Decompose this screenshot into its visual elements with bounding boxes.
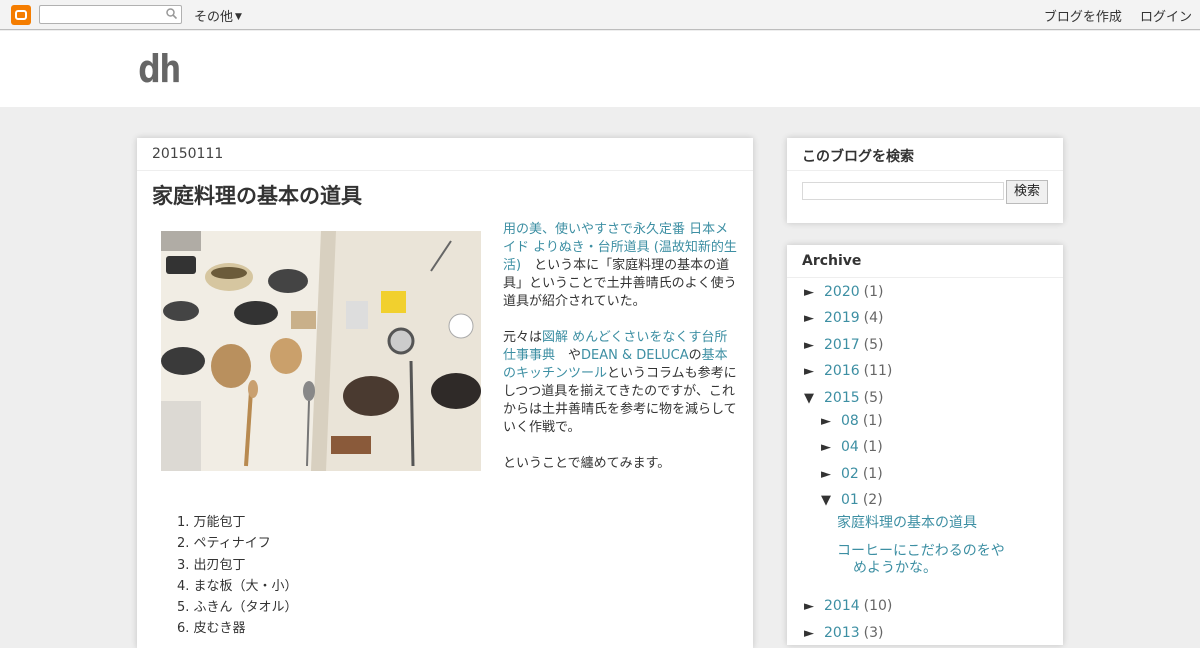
- para3-text: ということで纏めてみます。: [503, 456, 671, 471]
- list-item: 1. 万能包丁: [177, 515, 246, 530]
- search-widget-title: このブログを検索: [787, 138, 1063, 171]
- archive-year-2015: ▼ 2015 (5): [804, 390, 883, 406]
- archive-year-2014: ► 2014 (10): [804, 598, 892, 614]
- collapse-arrow-icon[interactable]: ▼: [821, 493, 841, 508]
- archive-count: (5): [863, 337, 884, 353]
- archive-month-08: ► 08 (1): [821, 413, 883, 429]
- search-icon[interactable]: [166, 8, 177, 19]
- expand-arrow-icon[interactable]: ►: [804, 338, 824, 353]
- archive-count: (2): [862, 492, 883, 508]
- list-item: 4. まな板（大・小）: [177, 578, 298, 594]
- expand-arrow-icon[interactable]: ►: [821, 440, 841, 455]
- archive-count: (11): [863, 363, 893, 379]
- para2-mid1: や: [568, 348, 582, 363]
- archive-count: (5): [863, 390, 884, 406]
- list-item: 3. 出刃包丁: [177, 557, 246, 573]
- para2-mid2: の: [688, 348, 702, 363]
- archive-count: (4): [863, 310, 884, 326]
- para2-prefix: 元々は: [503, 330, 543, 345]
- list-item: 5. ふきん（タオル）: [177, 600, 298, 616]
- archive-link[interactable]: 2013: [824, 625, 860, 641]
- archive-year-2020: ► 2020 (1): [804, 284, 883, 300]
- post-card: 20150111 家庭料理の基本の道具 用の美、使いやすさで永久定番 日本メイド…: [137, 138, 753, 648]
- blogger-logo-icon[interactable]: [11, 5, 31, 25]
- archive-link[interactable]: 2014: [824, 598, 860, 614]
- search-button[interactable]: 検索: [1006, 180, 1048, 204]
- dean-deluca-link[interactable]: DEAN & DELUCA: [581, 348, 689, 363]
- more-menu-label: その他: [194, 10, 234, 25]
- archive-link[interactable]: 2017: [824, 337, 860, 353]
- navbar-right: ブログを作成 ログイン: [1030, 6, 1192, 25]
- archive-year-2016: ► 2016 (11): [804, 363, 892, 379]
- post-date: 20150111: [137, 138, 753, 171]
- archive-link[interactable]: 01: [841, 492, 859, 508]
- expand-arrow-icon[interactable]: ►: [804, 311, 824, 326]
- blog-header: dh: [0, 31, 1200, 107]
- archive-link[interactable]: 2016: [824, 363, 860, 379]
- archive-count: (3): [863, 625, 884, 641]
- archive-year-2017: ► 2017 (5): [804, 337, 883, 353]
- archive-link[interactable]: 04: [841, 439, 859, 455]
- archive-count: (1): [863, 284, 884, 300]
- archive-link[interactable]: 2015: [824, 390, 860, 406]
- archive-link[interactable]: 2020: [824, 284, 860, 300]
- list-item: 6. 皮むき器: [177, 621, 246, 637]
- archive-widget: Archive ► 2020 (1) ► 2019 (4) ► 2017 (5) ► 2016…: [787, 245, 1063, 645]
- collapse-arrow-icon[interactable]: ▼: [804, 391, 824, 406]
- expand-arrow-icon[interactable]: ►: [804, 626, 824, 641]
- post-title[interactable]: 家庭料理の基本の道具: [152, 180, 362, 210]
- site-title[interactable]: dh: [138, 49, 182, 89]
- archive-count: (10): [863, 598, 893, 614]
- archive-link[interactable]: 2019: [824, 310, 860, 326]
- archive-link[interactable]: 02: [841, 466, 859, 482]
- blog-search-input[interactable]: [802, 182, 1004, 200]
- expand-arrow-icon[interactable]: ►: [804, 599, 824, 614]
- expand-arrow-icon[interactable]: ►: [804, 285, 824, 300]
- archive-post-link[interactable]: 家庭料理の基本の道具: [837, 515, 1007, 532]
- navbar-search-input[interactable]: [39, 5, 182, 24]
- caret-down-icon: ▼: [235, 12, 242, 22]
- expand-arrow-icon[interactable]: ►: [804, 364, 824, 379]
- create-blog-link[interactable]: ブログを作成: [1044, 10, 1122, 25]
- navbar: その他 ▼ ブログを作成 ログイン: [0, 0, 1200, 30]
- archive-year-2019: ► 2019 (4): [804, 310, 883, 326]
- post-body-text: 用の美、使いやすさで永久定番 日本メイド よりぬき・台所道具 (温故知新的生活)…: [503, 221, 739, 491]
- para1-text: という本に「家庭料理の基本の道具」ということで土井善晴氏のよく使う道具が紹介され…: [503, 258, 737, 309]
- expand-arrow-icon[interactable]: ►: [821, 467, 841, 482]
- login-link[interactable]: ログイン: [1140, 10, 1192, 25]
- archive-month-04: ► 04 (1): [821, 439, 883, 455]
- list-item: 2. ペティナイフ: [177, 536, 271, 552]
- tool-list: 1. 万能包丁 2. ペティナイフ 3. 出刃包丁 4. まな板（大・小） 5.…: [177, 512, 298, 640]
- archive-count: (1): [862, 439, 883, 455]
- archive-year-2013: ► 2013 (3): [804, 625, 883, 641]
- archive-month-01: ▼ 01 (2): [821, 492, 883, 508]
- archive-post-link[interactable]: コーヒーにこだわるのをやめようかな。: [837, 543, 1007, 577]
- blog-search-widget: このブログを検索 検索: [787, 138, 1063, 223]
- archive-widget-title: Archive: [787, 245, 1063, 278]
- archive-month-02: ► 02 (1): [821, 466, 883, 482]
- expand-arrow-icon[interactable]: ►: [821, 414, 841, 429]
- book-spread-photo[interactable]: [161, 231, 481, 471]
- archive-count: (1): [862, 413, 883, 429]
- archive-count: (1): [862, 466, 883, 482]
- archive-link[interactable]: 08: [841, 413, 859, 429]
- more-menu[interactable]: その他 ▼: [194, 6, 242, 25]
